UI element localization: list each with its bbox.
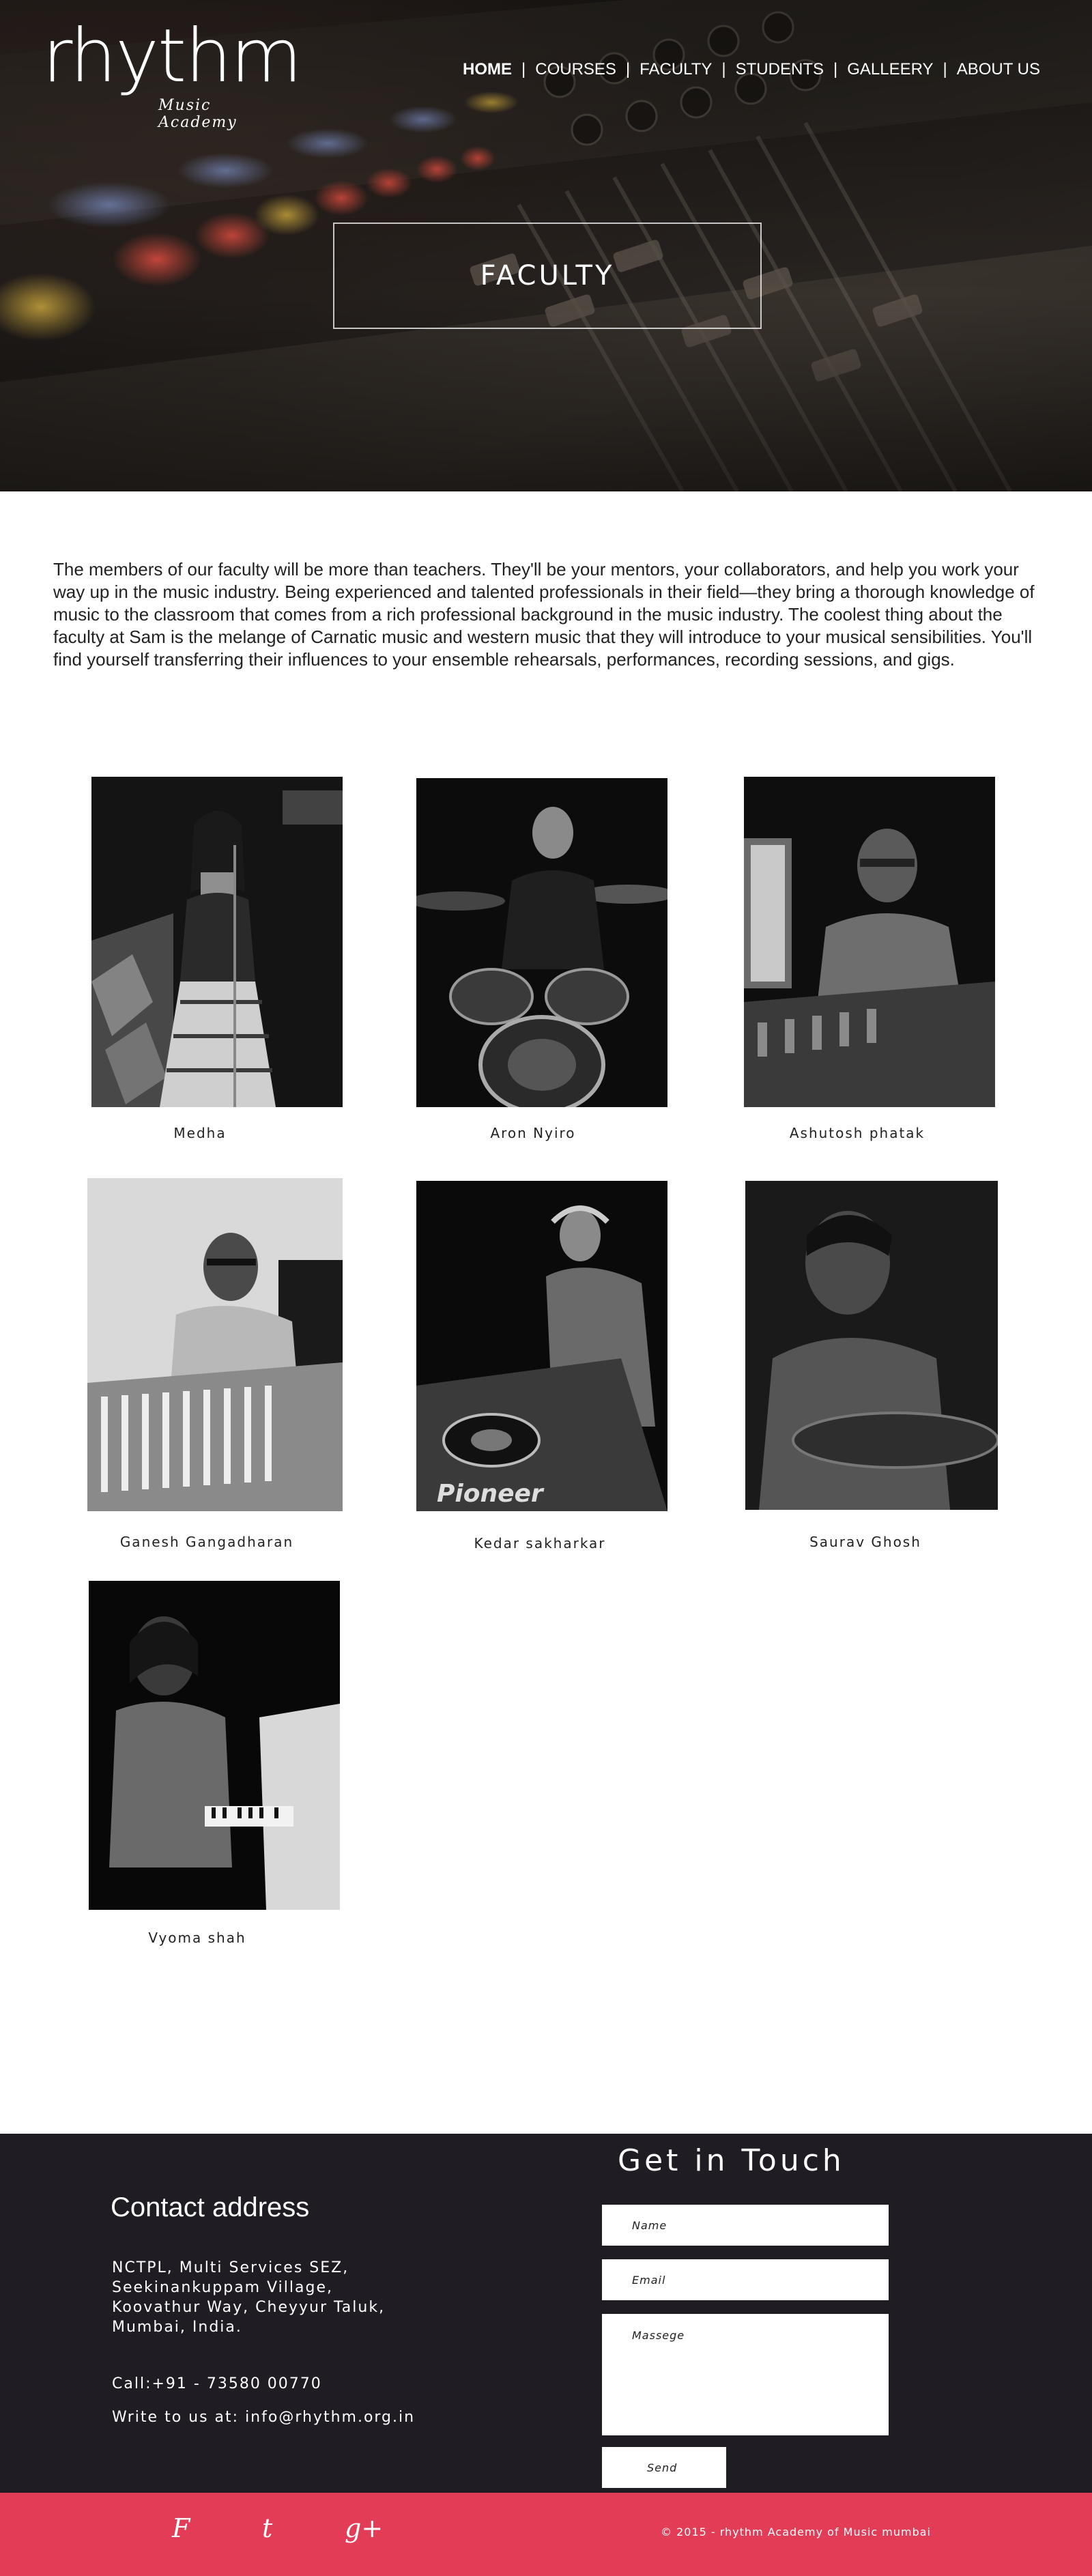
- drummer-photo: [416, 778, 667, 1107]
- get-in-touch-heading: Get in Touch: [618, 2143, 845, 2178]
- nav-item-home[interactable]: HOME: [463, 60, 512, 79]
- main-nav: HOME | COURSES | FACULTY | STUDENTS | GA…: [463, 60, 1040, 79]
- faculty-photo-medha[interactable]: [91, 777, 343, 1107]
- faculty-photo-vyoma-shah[interactable]: [89, 1581, 340, 1910]
- contact-email[interactable]: Write to us at: info@rhythm.org.in: [112, 2409, 415, 2426]
- dj-photo: Pioneer: [416, 1181, 667, 1511]
- faculty-photo-saurav-ghosh[interactable]: [745, 1181, 998, 1510]
- faculty-name-saurav-ghosh[interactable]: Saurav Ghosh: [729, 1534, 1002, 1550]
- faculty-photo-aron-nyiro[interactable]: [416, 778, 667, 1107]
- send-button[interactable]: Send: [602, 2447, 726, 2488]
- nav-item-about-us[interactable]: ABOUT US: [957, 60, 1040, 79]
- percussionist-photo: [745, 1181, 998, 1510]
- nav-separator: |: [521, 60, 526, 78]
- contact-address-heading: Contact address: [111, 2192, 310, 2222]
- hero-banner: rhythm Music Academy HOME | COURSES | FA…: [0, 0, 1092, 491]
- faculty-intro-text: The members of our faculty will be more …: [53, 559, 1035, 670]
- nav-item-students[interactable]: STUDENTS: [736, 60, 824, 79]
- logo-subtitle: Music Academy: [158, 97, 238, 131]
- facebook-icon[interactable]: F: [172, 2513, 190, 2543]
- copyright-text: © 2015 - rhythm Academy of Music mumbai: [661, 2525, 931, 2538]
- faculty-photo-ashutosh-phatak[interactable]: [744, 777, 995, 1107]
- faculty-name-ashutosh-phatak[interactable]: Ashutosh phatak: [721, 1125, 994, 1141]
- faculty-photo-ganesh-gangadharan[interactable]: [87, 1178, 343, 1511]
- nav-item-courses[interactable]: COURSES: [535, 60, 616, 79]
- email-field[interactable]: [602, 2259, 889, 2300]
- name-field[interactable]: [602, 2205, 889, 2246]
- nav-separator: |: [943, 60, 947, 78]
- pianist-photo: [89, 1581, 340, 1910]
- page-title: FACULTY: [480, 260, 615, 291]
- nav-item-gallery[interactable]: GALLEERY: [847, 60, 933, 79]
- contact-address: NCTPL, Multi Services SEZ, Seekinankuppa…: [112, 2259, 386, 2336]
- nav-separator: |: [721, 60, 726, 78]
- faculty-name-ganesh-gangadharan[interactable]: Ganesh Gangadharan: [70, 1534, 343, 1550]
- contact-phone[interactable]: Call:+91 - 73580 00770: [112, 2375, 322, 2392]
- hero-title-box: FACULTY: [333, 223, 762, 329]
- faculty-name-vyoma-shah[interactable]: Vyoma shah: [61, 1930, 334, 1946]
- logo-wordmark: rhythm: [42, 14, 302, 99]
- producer-photo: [744, 777, 995, 1107]
- nav-separator: |: [833, 60, 838, 78]
- twitter-icon[interactable]: t: [262, 2513, 272, 2543]
- faculty-name-kedar-sakharkar[interactable]: Kedar sakharkar: [403, 1535, 676, 1551]
- engineer-photo: [87, 1178, 343, 1511]
- nav-item-faculty[interactable]: FACULTY: [640, 60, 712, 79]
- singer-photo: [91, 777, 343, 1107]
- svg-text:Pioneer: Pioneer: [437, 1480, 545, 1508]
- rhythm-logo[interactable]: rhythm Music Academy: [42, 12, 302, 131]
- faculty-name-aron-nyiro[interactable]: Aron Nyiro: [397, 1125, 670, 1141]
- faculty-photo-kedar-sakharkar[interactable]: Pioneer: [416, 1181, 667, 1511]
- google-plus-icon[interactable]: g+: [345, 2513, 383, 2543]
- message-field[interactable]: [602, 2314, 889, 2435]
- nav-separator: |: [625, 60, 631, 78]
- faculty-name-medha[interactable]: Medha: [63, 1125, 336, 1141]
